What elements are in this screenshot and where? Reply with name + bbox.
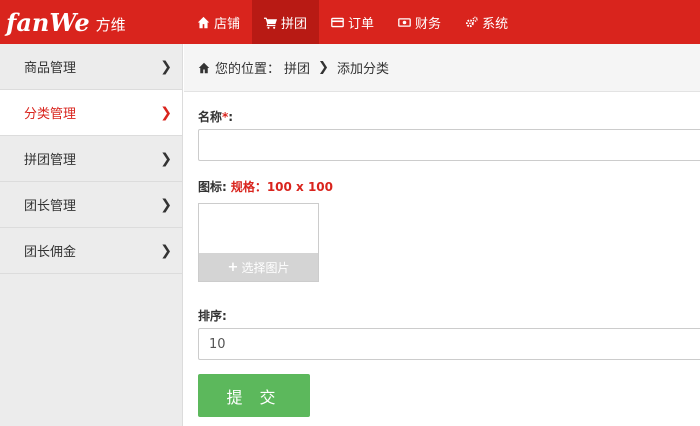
icon-label: 图标: 规格：100 x 100 [198, 178, 333, 195]
submit-button[interactable]: 提 交 [198, 374, 310, 417]
logo-mark: fanWe [6, 7, 90, 37]
icon-label-text: 图标: [198, 180, 227, 194]
cart-icon [264, 17, 278, 29]
sidebar-item-leaders[interactable]: 团长管理 ❯ [0, 182, 182, 228]
sidebar-item-categories[interactable]: 分类管理 ❯ [0, 90, 182, 136]
icon-spec: 规格：100 x 100 [230, 180, 334, 194]
nav-label: 拼团 [281, 16, 308, 32]
breadcrumb-parent[interactable]: 拼团 [284, 58, 310, 77]
nav-label: 财务 [415, 16, 442, 32]
nav-item-group-buy[interactable]: 拼团 [252, 0, 320, 44]
money-icon [398, 17, 411, 27]
chevron-right-icon: ❯ [160, 58, 172, 75]
home-icon [197, 16, 210, 28]
sidebar-item-label: 团长管理 [24, 199, 77, 214]
chevron-right-icon: ❯ [160, 196, 172, 213]
sidebar-item-products[interactable]: 商品管理 ❯ [0, 44, 182, 90]
nav-label: 订单 [348, 16, 375, 32]
home-icon [198, 62, 210, 73]
select-image-label: 选择图片 [241, 260, 290, 275]
sidebar-item-label: 分类管理 [24, 107, 77, 122]
chevron-right-icon: ❯ [160, 150, 172, 167]
name-label: 名称*: [198, 108, 233, 125]
sidebar-item-label: 团长佣金 [24, 245, 77, 260]
gears-icon [466, 16, 478, 27]
breadcrumb-prefix: 您的位置： [215, 62, 281, 77]
breadcrumb: 您的位置： 拼团 ❯ 添加分类 [184, 44, 700, 92]
sort-label: 排序: [198, 309, 227, 323]
chevron-right-icon: ❯ [160, 242, 172, 259]
name-label-colon: : [228, 110, 234, 124]
nav-label: 店铺 [214, 16, 241, 32]
sidebar-item-label: 拼团管理 [24, 153, 77, 168]
nav-label: 系统 [482, 16, 509, 32]
logo-text: 方维 [95, 15, 126, 34]
nav-item-finance[interactable]: 财务 [386, 0, 453, 44]
sort-input[interactable] [198, 328, 700, 360]
top-nav: 店铺 拼团 订单 财务 系统 [185, 0, 520, 44]
sidebar-item-label: 商品管理 [24, 61, 77, 76]
name-input[interactable] [198, 129, 700, 161]
top-bar: fanWe 方维 店铺 拼团 订单 财务 系统 [0, 0, 700, 44]
card-icon [331, 17, 344, 27]
image-upload-box[interactable]: + 选择图片 [198, 203, 319, 282]
nav-item-orders[interactable]: 订单 [319, 0, 386, 44]
nav-item-system[interactable]: 系统 [453, 0, 520, 44]
select-image-button[interactable]: + 选择图片 [199, 253, 318, 281]
breadcrumb-current: 添加分类 [336, 62, 389, 77]
name-label-text: 名称 [198, 110, 223, 124]
plus-icon: + [227, 259, 239, 275]
sidebar: 商品管理 ❯ 分类管理 ❯ 拼团管理 ❯ 团长管理 ❯ 团长佣金 ❯ [0, 44, 183, 426]
sidebar-item-group-buys[interactable]: 拼团管理 ❯ [0, 136, 182, 182]
sidebar-item-commission[interactable]: 团长佣金 ❯ [0, 228, 182, 274]
nav-item-shop[interactable]: 店铺 [185, 0, 252, 44]
chevron-right-icon: ❯ [160, 104, 172, 121]
chevron-right-icon: ❯ [318, 60, 329, 75]
logo[interactable]: fanWe 方维 [0, 0, 183, 44]
